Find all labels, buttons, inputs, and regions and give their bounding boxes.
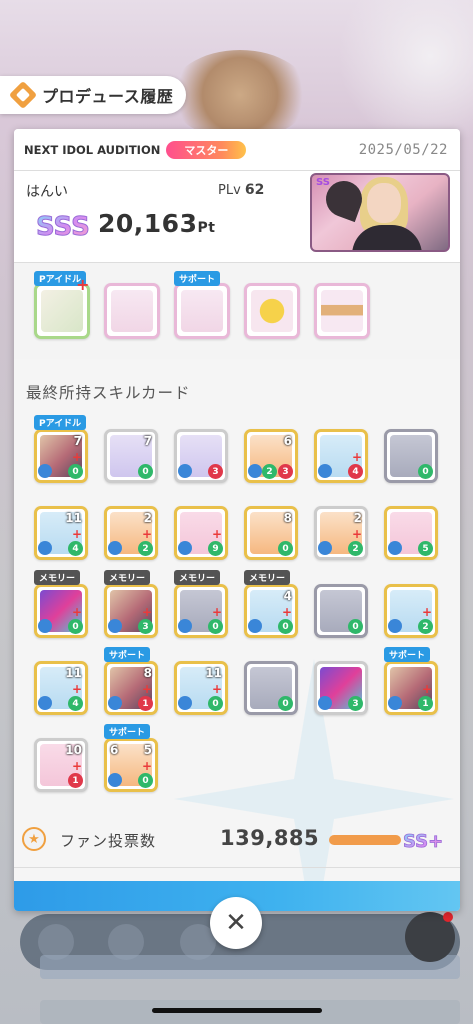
memory-tag: メモリー <box>244 570 291 585</box>
close-icon: ✕ <box>225 908 247 938</box>
skill-card[interactable]: + 3 <box>104 584 158 638</box>
fan-vote-value: 139,885 <box>220 826 320 850</box>
score-rank-text: SSS <box>36 212 90 241</box>
close-button[interactable]: ✕ <box>210 897 262 949</box>
pidol-tag: Pアイドル <box>34 415 87 430</box>
book-icon <box>181 290 223 332</box>
item-book[interactable] <box>174 283 230 339</box>
audition-name: NEXT IDOL AUDITION <box>24 142 161 157</box>
skill-card[interactable]: 11 +0 <box>174 661 228 715</box>
star-badge-icon: ★ <box>22 827 46 851</box>
support-tag: サポート <box>104 647 151 662</box>
skill-card[interactable]: 7 +0 <box>34 429 88 483</box>
skill-card[interactable]: 8 0 <box>244 506 298 560</box>
paper-bag-icon <box>111 290 153 332</box>
player-name: はんい <box>26 184 68 200</box>
badge-icon <box>251 290 293 332</box>
background-character-hair <box>170 50 310 140</box>
skill-card[interactable]: 0 <box>244 661 298 715</box>
page-title: プロデュース履歴 <box>42 87 174 106</box>
idol-thumbnail[interactable]: SS <box>310 173 450 252</box>
memory-tag: メモリー <box>174 570 221 585</box>
skill-card[interactable]: + 0 <box>34 584 88 638</box>
background-strip <box>40 955 460 979</box>
thumbnail-rank: SS <box>316 177 330 188</box>
music-sheet-icon <box>41 290 83 332</box>
skill-card[interactable]: + 9 <box>174 506 228 560</box>
divider <box>14 867 460 868</box>
fan-vote-label: ファン投票数 <box>60 832 157 850</box>
skill-card[interactable]: + 1 <box>384 661 438 715</box>
item-badge[interactable] <box>244 283 300 339</box>
skill-card[interactable]: 11 +4 <box>34 506 88 560</box>
skill-card[interactable]: 6 3 2 <box>244 429 298 483</box>
result-summary: はんい PLv 62 SSS 20,163Pt SS <box>14 171 460 263</box>
skill-card[interactable]: 7 0 <box>104 429 158 483</box>
audition-header: NEXT IDOL AUDITION マスター 2025/05/22 <box>14 129 460 171</box>
memory-tag: メモリー <box>104 570 151 585</box>
skill-card[interactable]: 8 +1 <box>104 661 158 715</box>
memory-tag: メモリー <box>34 570 81 585</box>
support-tag: サポート <box>174 271 221 286</box>
skill-card[interactable]: 5 <box>384 506 438 560</box>
support-tag: サポート <box>104 724 151 739</box>
skill-card[interactable]: 0 <box>314 584 368 638</box>
header-pill: プロデュース履歴 <box>0 76 186 114</box>
item-row: Pアイドル サポート + <box>14 263 460 359</box>
skill-card[interactable]: + 0 <box>174 584 228 638</box>
support-tag: サポート <box>384 647 431 662</box>
item-bracelet[interactable] <box>314 283 370 339</box>
skill-card[interactable]: + 4 <box>314 429 368 483</box>
fan-rank-text: SS+ <box>403 831 442 852</box>
item-paper-bag[interactable] <box>104 283 160 339</box>
difficulty-badge: マスター <box>166 140 247 159</box>
home-indicator <box>152 1008 322 1013</box>
skill-card[interactable]: 10 +1 <box>34 738 88 792</box>
skill-card[interactable]: 4 +0 <box>244 584 298 638</box>
bracelet-icon <box>321 290 363 332</box>
producer-level: PLv 62 <box>218 182 265 198</box>
score-value: 20,163Pt <box>98 209 216 238</box>
fan-vote-row: ★ ファン投票数 139,885 SS+ <box>14 819 460 859</box>
notification-dot <box>443 912 453 922</box>
produce-date: 2025/05/22 <box>358 141 448 158</box>
skill-card[interactable]: 0 <box>384 429 438 483</box>
skill-card[interactable]: 5 6 +0 <box>104 738 158 792</box>
background-light <box>330 0 473 140</box>
fan-vote-bar <box>329 835 401 845</box>
skill-card[interactable]: 2 +2 <box>314 506 368 560</box>
skill-card[interactable]: 2 +2 <box>104 506 158 560</box>
produce-history-icon <box>8 80 38 110</box>
produce-history-card: NEXT IDOL AUDITION マスター 2025/05/22 はんい P… <box>14 129 460 911</box>
skill-card[interactable]: 3 <box>174 429 228 483</box>
skill-card[interactable]: 11 +4 <box>34 661 88 715</box>
skill-card[interactable]: 3 <box>314 661 368 715</box>
skill-card[interactable]: + 2 <box>384 584 438 638</box>
fan-rank-icon: SS+ <box>403 831 442 853</box>
skill-card-section-title: 最終所持スキルカード <box>26 384 191 402</box>
score-rank-icon: SSS <box>34 207 91 243</box>
enhanced-plus-icon: + <box>76 275 90 294</box>
